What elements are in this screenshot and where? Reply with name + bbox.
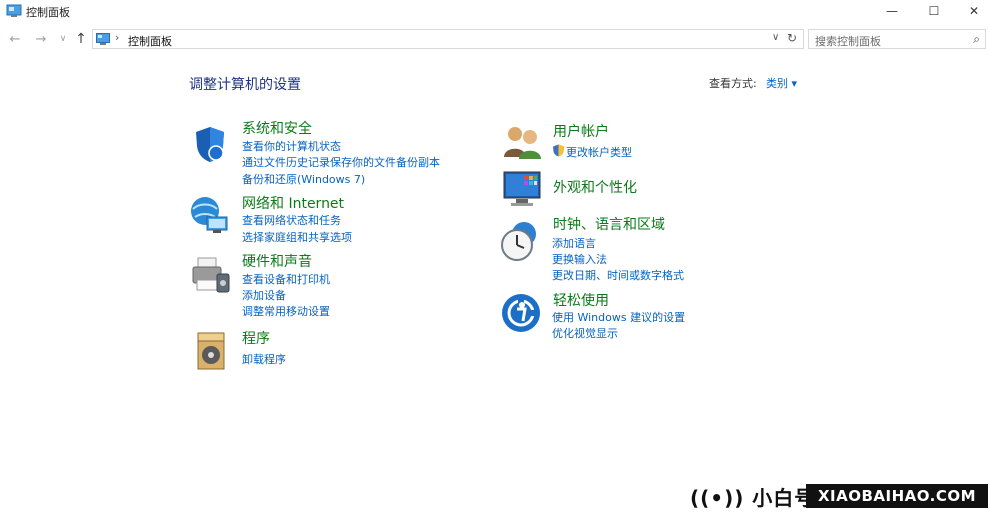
appearance-icon[interactable] [502, 169, 542, 209]
category-title-network-internet[interactable]: 网络和 Internet [242, 193, 344, 213]
link-uninstall-program[interactable]: 卸载程序 [242, 351, 286, 367]
link-change-date-time-format[interactable]: 更改日期、时间或数字格式 [552, 267, 684, 283]
category-title-system-security[interactable]: 系统和安全 [242, 118, 312, 138]
view-by-dropdown[interactable]: 类别 ▾ [766, 75, 797, 91]
link-optimize-visual-display[interactable]: 优化视觉显示 [552, 325, 618, 341]
link-windows-recommended-settings[interactable]: 使用 Windows 建议的设置 [552, 309, 685, 325]
breadcrumb-separator[interactable]: › [115, 31, 119, 44]
search-box[interactable]: ⌕ [808, 29, 986, 51]
title-bar: 控制面板 — ☐ ✕ [0, 0, 989, 24]
up-button[interactable]: ↑ [72, 30, 90, 48]
address-bar[interactable]: › 控制面板 ∨ ↻ [92, 29, 804, 49]
refresh-button[interactable]: ↻ [787, 31, 797, 45]
network-icon[interactable] [189, 193, 231, 235]
back-button[interactable]: ← [6, 30, 24, 48]
control-panel-icon [96, 33, 110, 45]
page-title: 调整计算机的设置 [189, 77, 301, 93]
control-panel-icon [6, 4, 22, 17]
link-mobility-settings[interactable]: 调整常用移动设置 [242, 303, 330, 319]
search-input[interactable] [809, 32, 959, 51]
category-title-ease-of-access[interactable]: 轻松使用 [553, 290, 609, 310]
window-title: 控制面板 [26, 6, 70, 19]
category-title-hardware-sound[interactable]: 硬件和声音 [242, 251, 312, 271]
clock-icon[interactable] [500, 220, 542, 262]
category-title-user-accounts[interactable]: 用户帐户 [553, 121, 609, 141]
link-view-network-status[interactable]: 查看网络状态和任务 [242, 212, 341, 228]
uac-shield-icon [553, 144, 564, 157]
shield-icon[interactable] [190, 124, 230, 164]
search-icon[interactable]: ⌕ [973, 32, 980, 47]
close-button[interactable]: ✕ [952, 0, 989, 22]
link-file-history-backup[interactable]: 通过文件历史记录保存你的文件备份副本 [242, 154, 440, 170]
watermark-logo: ((•)) 小白号 [690, 486, 816, 510]
category-title-programs[interactable]: 程序 [242, 328, 270, 348]
programs-icon[interactable] [195, 331, 229, 371]
address-dropdown-button[interactable]: ∨ [772, 32, 779, 43]
watermark-brand: XIAOBAIHAO.COM [806, 484, 988, 508]
view-by-label: 查看方式: [709, 77, 757, 90]
link-add-device[interactable]: 添加设备 [242, 287, 286, 303]
maximize-button[interactable]: ☐ [912, 0, 956, 22]
link-homegroup-sharing[interactable]: 选择家庭组和共享选项 [242, 229, 352, 245]
link-change-account-type[interactable]: 更改帐户类型 [566, 144, 632, 160]
link-view-computer-status[interactable]: 查看你的计算机状态 [242, 138, 341, 154]
category-title-clock-language-region[interactable]: 时钟、语言和区域 [553, 214, 665, 234]
minimize-button[interactable]: — [870, 0, 914, 22]
ease-of-access-icon[interactable] [501, 293, 541, 333]
users-icon[interactable] [502, 124, 542, 160]
navigation-bar: ← → ∨ ↑ › 控制面板 ∨ ↻ ⌕ [0, 26, 989, 52]
link-backup-restore[interactable]: 备份和还原(Windows 7) [242, 171, 365, 187]
recent-locations-button[interactable]: ∨ [54, 30, 72, 48]
forward-button[interactable]: → [32, 30, 50, 48]
printer-icon[interactable] [189, 254, 231, 296]
link-add-language[interactable]: 添加语言 [552, 235, 596, 251]
category-title-appearance[interactable]: 外观和个性化 [553, 177, 637, 197]
link-devices-printers[interactable]: 查看设备和打印机 [242, 271, 330, 287]
breadcrumb-control-panel[interactable]: 控制面板 [128, 33, 172, 49]
link-change-input-method[interactable]: 更换输入法 [552, 251, 607, 267]
